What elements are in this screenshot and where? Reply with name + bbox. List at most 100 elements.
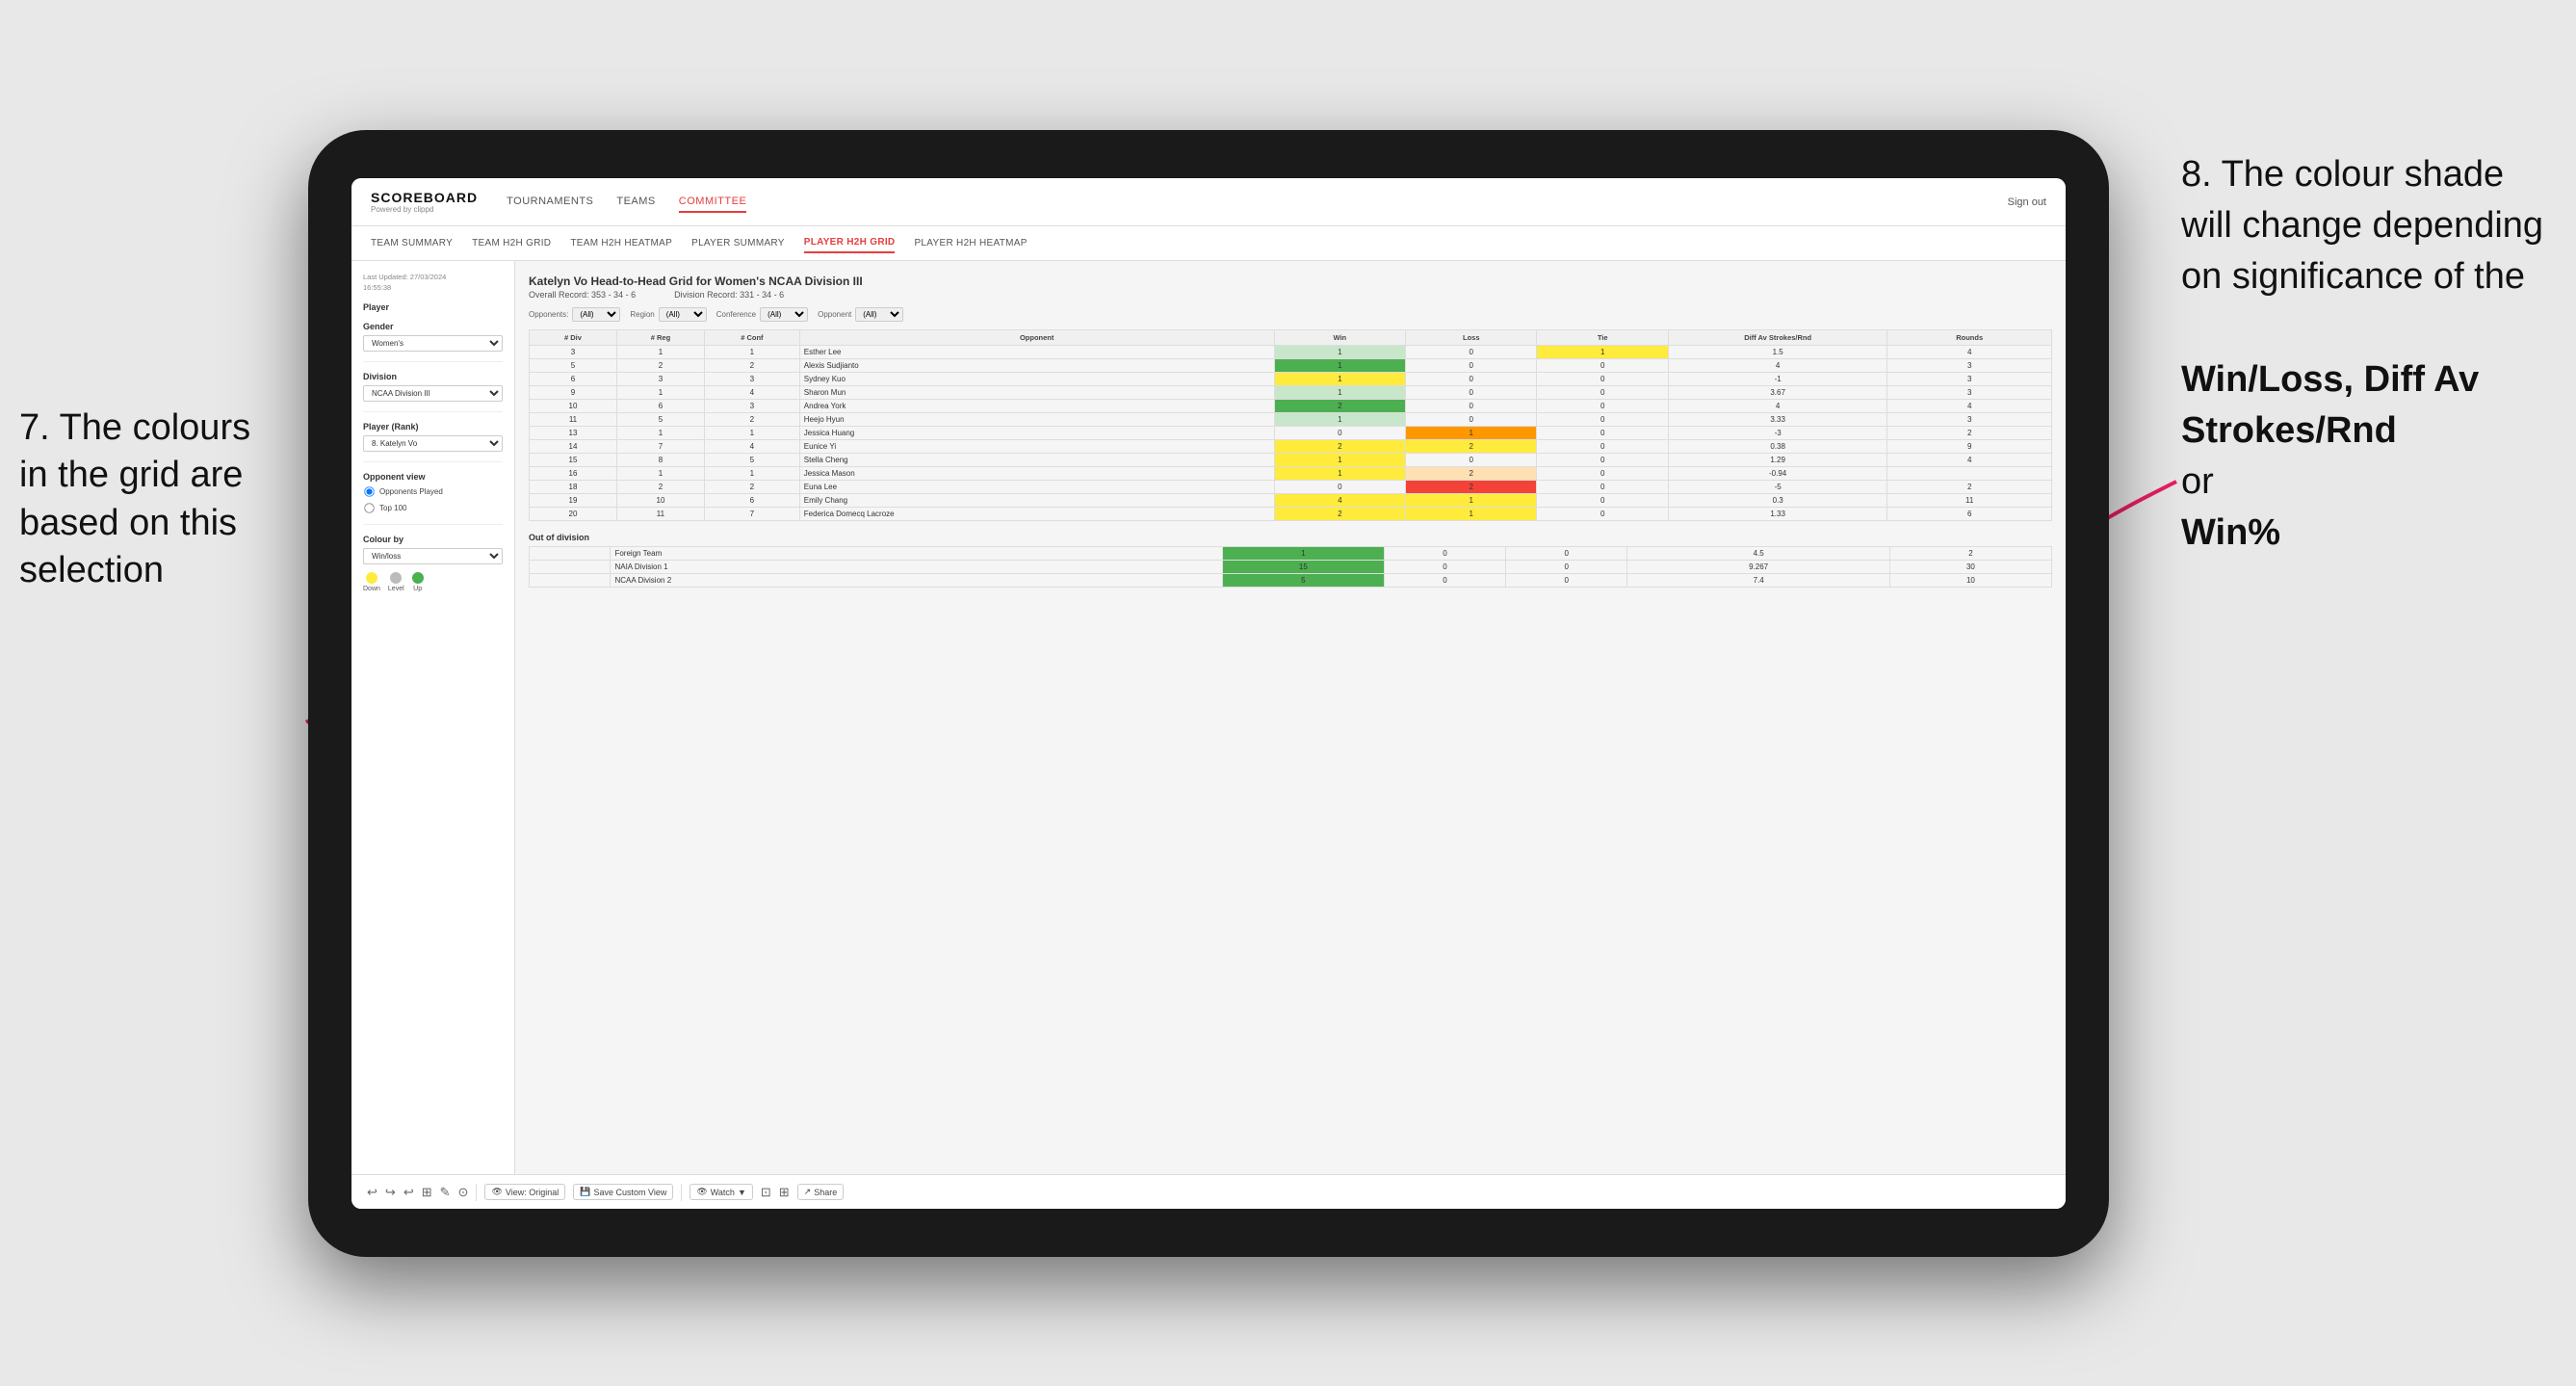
table-cell: Jessica Huang	[799, 427, 1274, 440]
table-cell: 13	[530, 427, 617, 440]
table-row: 19106Emily Chang4100.311	[530, 494, 2052, 508]
table-cell: 16	[530, 467, 617, 481]
table-cell: 3.67	[1668, 386, 1886, 400]
nav-sign-out[interactable]: Sign out	[2008, 196, 2046, 208]
sidebar-division-label: Division	[363, 372, 503, 381]
share-btn[interactable]: ↗ Share	[797, 1184, 845, 1200]
clock-icon[interactable]: ⊙	[458, 1185, 469, 1200]
table-cell: 4	[1887, 454, 2052, 467]
table-cell: 1	[1274, 454, 1405, 467]
out-div-win: 1	[1222, 547, 1384, 561]
view-icon: 👁	[491, 1187, 502, 1197]
sidebar-division-select[interactable]: NCAA Division III	[363, 385, 503, 402]
sidebar-player-rank-label: Player (Rank)	[363, 422, 503, 431]
table-cell: 1	[704, 346, 799, 359]
table-cell: 4	[1668, 400, 1886, 413]
table-cell: 11	[1887, 494, 2052, 508]
table-cell: 2	[704, 413, 799, 427]
table-cell: 1	[616, 346, 704, 359]
table-cell: 0	[1537, 386, 1668, 400]
grid-icon[interactable]: ⊞	[779, 1185, 790, 1200]
crop-icon[interactable]: ⊡	[761, 1185, 771, 1200]
filter-conference-select[interactable]: (All)	[760, 307, 808, 322]
filter-region: Region (All)	[630, 307, 706, 322]
table-cell: 5	[616, 413, 704, 427]
nav-teams[interactable]: TEAMS	[616, 192, 655, 213]
out-division-row: NAIA Division 115009.26730	[530, 561, 2052, 574]
radio-opponents-played[interactable]: Opponents Played	[363, 485, 503, 498]
filter-conference: Conference (All)	[716, 307, 808, 322]
subnav-player-summary[interactable]: PLAYER SUMMARY	[691, 234, 785, 252]
table-cell: Esther Lee	[799, 346, 1274, 359]
table-cell: 1	[1406, 508, 1537, 521]
th-rounds: Rounds	[1887, 330, 2052, 346]
table-cell: 0	[1537, 508, 1668, 521]
legend-up: Up	[412, 572, 424, 592]
subnav-player-h2h-grid[interactable]: PLAYER H2H GRID	[804, 233, 896, 253]
table-cell: 1.33	[1668, 508, 1886, 521]
table-row: 311Esther Lee1011.54	[530, 346, 2052, 359]
table-cell: 7	[704, 508, 799, 521]
undo-icon[interactable]: ↩	[367, 1185, 377, 1200]
tablet-screen: SCOREBOARD Powered by clippd TOURNAMENTS…	[351, 178, 2066, 1209]
table-cell: 0	[1274, 427, 1405, 440]
out-div-empty	[530, 574, 611, 588]
nav-committee[interactable]: COMMITTEE	[679, 192, 747, 213]
toolbar: ↩ ↪ ↩ ⊞ ✎ ⊙ 👁 View: Original 💾 Save Cust…	[351, 1174, 2066, 1209]
table-cell: 2	[1406, 467, 1537, 481]
annotation-bold1: Win/Loss,	[2181, 359, 2354, 400]
watch-btn[interactable]: 👁 Watch ▼	[690, 1184, 753, 1200]
table-cell: 0	[1406, 413, 1537, 427]
out-division-row: NCAA Division 25007.410	[530, 574, 2052, 588]
subnav-player-h2h-heatmap[interactable]: PLAYER H2H HEATMAP	[914, 234, 1027, 252]
filter-icon[interactable]: ⊞	[422, 1185, 432, 1200]
th-div: # Div	[530, 330, 617, 346]
out-division-header: Out of division	[529, 533, 2052, 542]
table-cell: 15	[530, 454, 617, 467]
save-custom-btn[interactable]: 💾 Save Custom View	[573, 1184, 673, 1200]
subnav-team-h2h-heatmap[interactable]: TEAM H2H HEATMAP	[570, 234, 672, 252]
table-cell: 0	[1537, 373, 1668, 386]
table-cell: 3	[616, 373, 704, 386]
table-cell: 1	[1406, 494, 1537, 508]
out-div-empty	[530, 547, 611, 561]
sidebar-player-rank-select[interactable]: 8. Katelyn Vo	[363, 435, 503, 452]
table-cell: Sharon Mun	[799, 386, 1274, 400]
table-cell: 9	[530, 386, 617, 400]
out-div-diff: 4.5	[1627, 547, 1889, 561]
table-cell: 10	[530, 400, 617, 413]
save-icon: 💾	[580, 1187, 590, 1197]
out-div-loss: 0	[1384, 574, 1505, 588]
main-data-table: # Div # Reg # Conf Opponent Win Loss Tie…	[529, 329, 2052, 521]
filter-opponents-select[interactable]: (All)	[572, 307, 620, 322]
redo-icon[interactable]: ↪	[385, 1185, 396, 1200]
out-div-tie: 0	[1506, 547, 1627, 561]
table-cell: 0.3	[1668, 494, 1886, 508]
annotation-right: 8. The colour shade will change dependin…	[2181, 149, 2547, 560]
watch-icon: 👁	[696, 1187, 707, 1197]
edit-icon[interactable]: ✎	[440, 1185, 451, 1200]
table-cell: 3	[530, 346, 617, 359]
sidebar-colour-by-label: Colour by	[363, 535, 503, 544]
table-cell: 1	[1537, 346, 1668, 359]
filter-opponent-select[interactable]: (All)	[855, 307, 903, 322]
out-division-table: Foreign Team1004.52NAIA Division 115009.…	[529, 546, 2052, 588]
subnav-team-summary[interactable]: TEAM SUMMARY	[371, 234, 453, 252]
table-row: 1611Jessica Mason120-0.94	[530, 467, 2052, 481]
back-icon[interactable]: ↩	[403, 1185, 414, 1200]
radio-top-100[interactable]: Top 100	[363, 502, 503, 514]
subnav-team-h2h-grid[interactable]: TEAM H2H GRID	[472, 234, 551, 252]
sidebar-colour-by-select[interactable]: Win/loss	[363, 548, 503, 564]
grid-title: Katelyn Vo Head-to-Head Grid for Women's…	[529, 275, 2052, 288]
table-cell: 1	[1274, 359, 1405, 373]
table-cell: 3	[1887, 386, 2052, 400]
main-content: Last Updated: 27/03/202416:55:38 Player …	[351, 261, 2066, 1174]
table-cell: 1	[1274, 346, 1405, 359]
view-original-btn[interactable]: 👁 View: Original	[484, 1184, 565, 1200]
filter-region-select[interactable]: (All)	[659, 307, 707, 322]
logo-title: SCOREBOARD	[371, 190, 478, 205]
table-cell: -5	[1668, 481, 1886, 494]
out-div-win: 5	[1222, 574, 1384, 588]
sidebar-gender-select[interactable]: Women's	[363, 335, 503, 352]
nav-tournaments[interactable]: TOURNAMENTS	[507, 192, 593, 213]
